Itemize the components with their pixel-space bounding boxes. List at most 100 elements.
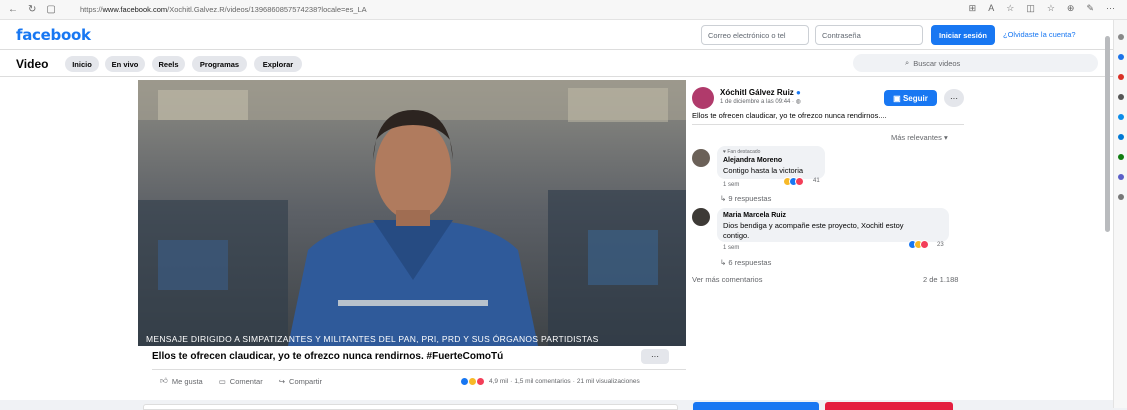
browser-sidebar [1113, 20, 1127, 408]
comment-reaction-count: 23 [937, 242, 944, 248]
back-icon[interactable]: ← [8, 4, 18, 15]
view-replies-link[interactable]: ↳ 6 respuestas [720, 258, 771, 267]
thumbs-up-icon: 👍︎ [160, 376, 168, 385]
share-label: Compartir [289, 376, 322, 386]
sidebar-icon-blue[interactable] [1117, 54, 1124, 60]
search-placeholder: Buscar videos [913, 58, 961, 68]
search-icon: ⌕ [905, 58, 910, 67]
view-count: 21 mil visualizaciones [576, 378, 640, 385]
url-domain: www.facebook.com [102, 5, 168, 14]
like-button[interactable]: 👍︎ Me gusta [160, 376, 203, 386]
login-button[interactable]: Iniciar sesión [931, 25, 995, 45]
collections-icon[interactable]: ⊕ [1067, 3, 1075, 14]
post-text: Ellos te ofrecen claudicar, yo te ofrezc… [692, 111, 887, 120]
facebook-logo[interactable]: facebook [16, 26, 91, 44]
share-button[interactable]: ↪ Compartir [279, 376, 322, 386]
comment-reaction-count: 41 [813, 178, 820, 184]
see-more-comments-link[interactable]: Ver más comentarios [692, 275, 762, 284]
menu-icon[interactable]: ⋯ [1106, 3, 1115, 14]
tab-programas[interactable]: Programas [192, 56, 247, 72]
bottom-signup-button[interactable] [825, 402, 953, 410]
browser-tools: ⊞ A ☆ ◫ ☆ ⊕ ✎ ⋯ [969, 3, 1115, 14]
sort-label: Más relevantes [891, 133, 942, 142]
view-replies-link[interactable]: ↳ 9 respuestas [720, 194, 771, 203]
sidebar-icon-outlook[interactable] [1117, 134, 1124, 140]
refresh-icon[interactable]: ↻ [28, 4, 36, 15]
video-subtitle: MENSAJE DIRIGIDO A SIMPATIZANTES Y MILIT… [146, 334, 599, 344]
page-scrollbar[interactable] [1105, 36, 1110, 232]
video-stats: 4,9 mil · 1,5 mil comentarios · 21 mil v… [460, 377, 640, 386]
follow-button[interactable]: ▣ Seguir [884, 90, 937, 106]
comment-text: Contigo hasta la victoria [723, 166, 804, 175]
divider [152, 369, 686, 370]
url-prefix: https:// [80, 5, 103, 14]
comment-count[interactable]: 1,5 mil comentarios [514, 378, 570, 385]
tab-explorar[interactable]: Explorar [254, 56, 302, 72]
split-screen-icon[interactable]: ◫ [1026, 3, 1035, 14]
video-nav-bar: Video Inicio En vivo Reels Programas Exp… [0, 50, 1113, 77]
divider [692, 124, 964, 125]
main-content: MENSAJE DIRIGIDO A SIMPATIZANTES Y MILIT… [0, 77, 1113, 410]
reaction-count[interactable]: 4,9 mil [489, 378, 508, 385]
sidebar-icon-red[interactable] [1117, 74, 1124, 80]
favorites-icon[interactable]: ☆ [1047, 3, 1055, 14]
sidebar-icon-teal[interactable] [1117, 114, 1124, 120]
page-info-icon[interactable]: ▢ [46, 4, 55, 15]
password-field[interactable]: Contraseña [815, 25, 923, 45]
tab-en-vivo[interactable]: En vivo [105, 56, 145, 72]
caret-down-icon: ▾ [943, 133, 948, 142]
sidebar-icon-green[interactable] [1117, 154, 1124, 160]
bottom-bar [143, 404, 678, 410]
search-sidebar-icon[interactable] [1117, 34, 1124, 40]
fan-badge-icon: ♥ [723, 149, 726, 155]
love-reaction-icon [795, 177, 804, 186]
love-reaction-icon [920, 240, 929, 249]
love-reaction-icon [476, 377, 485, 386]
address-bar[interactable]: https://www.facebook.com/Xochitl.Galvez.… [80, 5, 367, 14]
author-name[interactable]: Xóchitl Gálvez Ruiz ● [720, 88, 801, 97]
sidebar-icon-person[interactable] [1117, 94, 1124, 100]
comment-reactions[interactable] [908, 240, 929, 249]
email-field[interactable]: Correo electrónico o tel [701, 25, 809, 45]
fan-badge-text: Fan destacado [727, 149, 761, 155]
comment-icon: ▭ [218, 376, 226, 386]
commenter-name[interactable]: Maria Marcela Ruiz [723, 212, 786, 219]
extensions-icon[interactable]: ✎ [1086, 3, 1094, 14]
author-name-text: Xóchitl Gálvez Ruiz [720, 88, 794, 97]
replies-label: 6 respuestas [728, 258, 772, 267]
comment-label: Comentar [229, 376, 263, 386]
commenter-avatar[interactable] [692, 149, 710, 167]
more-options-button[interactable]: ··· [641, 349, 669, 364]
forgot-account-link[interactable]: ¿Olvidaste la cuenta? [1003, 30, 1076, 39]
facebook-header: facebook Correo electrónico o tel Contra… [0, 20, 1113, 50]
video-player[interactable]: MENSAJE DIRIGIDO A SIMPATIZANTES Y MILIT… [138, 80, 686, 346]
commenter-avatar[interactable] [692, 208, 710, 226]
comment-reactions[interactable] [783, 177, 804, 186]
browser-nav: ← ↻ ▢ [0, 4, 80, 15]
author-avatar[interactable] [692, 87, 714, 109]
comment-pager: 2 de 1.188 [923, 275, 959, 284]
sort-comments-dropdown[interactable]: Más relevantes ▾ [891, 133, 948, 142]
sidebar-add-icon[interactable] [1117, 194, 1124, 200]
reply-arrow-icon: ↳ [720, 194, 727, 203]
apps-icon[interactable]: ⊞ [969, 3, 977, 14]
video-search-input[interactable]: ⌕ Buscar videos [853, 54, 1098, 72]
read-aloud-icon[interactable]: A [988, 3, 994, 14]
replies-label: 9 respuestas [728, 194, 772, 203]
comment-text-line: contigo. [723, 231, 750, 240]
commenter-name[interactable]: Alejandra Moreno [723, 157, 782, 164]
post-date[interactable]: 1 de diciembre a las 09:44 · ◍ [720, 98, 801, 105]
post-options-button[interactable]: ··· [944, 89, 964, 107]
bottom-login-button[interactable] [693, 402, 819, 410]
follow-icon: ▣ [893, 93, 903, 103]
favorite-star-icon[interactable]: ☆ [1006, 3, 1014, 14]
comment-button[interactable]: ▭ Comentar [219, 376, 263, 386]
sidebar-icon-purple[interactable] [1117, 174, 1124, 180]
comment-time[interactable]: 1 sem [723, 182, 739, 188]
stat-separator: · [510, 378, 513, 385]
tab-inicio[interactable]: Inicio [65, 56, 99, 72]
like-label: Me gusta [171, 376, 203, 386]
comment-time[interactable]: 1 sem [723, 245, 739, 251]
follow-label: Seguir [902, 93, 928, 103]
tab-reels[interactable]: Reels [152, 56, 185, 72]
